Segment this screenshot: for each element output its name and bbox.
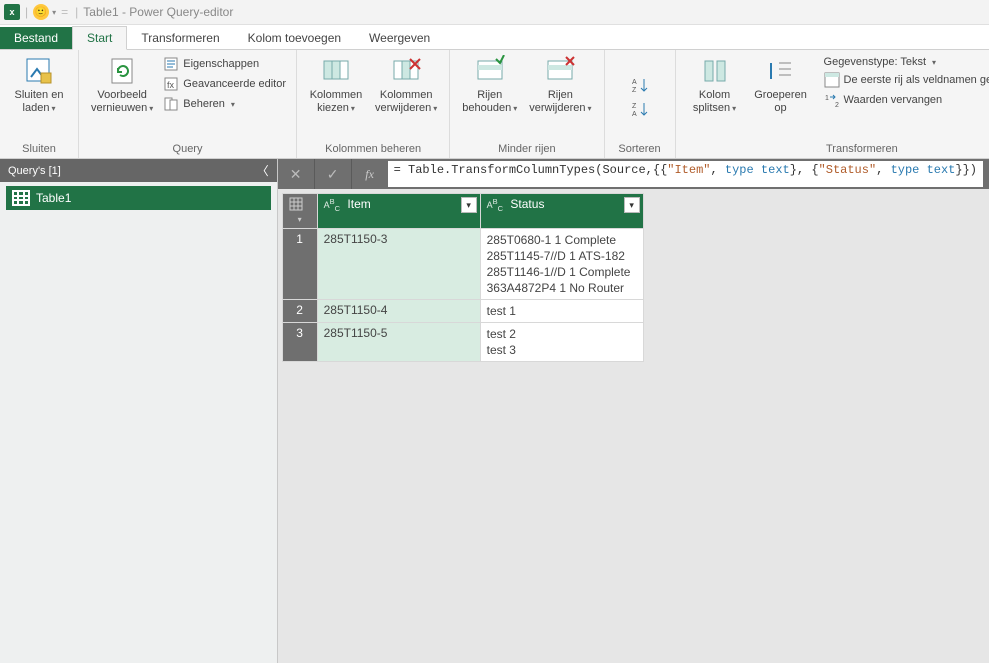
remove-rows-button[interactable]: Rijen verwijderen▾: [525, 53, 595, 117]
svg-text:fx: fx: [167, 80, 175, 90]
window-title: Table1 - Power Query-editor: [83, 5, 233, 19]
fx-icon: fx: [352, 167, 388, 182]
close-and-load-button[interactable]: Sluiten en laden▾: [8, 53, 70, 117]
row-number[interactable]: 3: [282, 323, 317, 362]
advanced-editor-icon: fx: [163, 76, 179, 92]
split-column-button[interactable]: Kolom splitsen▾: [684, 53, 746, 117]
svg-text:Z: Z: [632, 87, 637, 93]
remove-columns-icon: [390, 55, 422, 87]
group-label-sort: Sorteren: [613, 141, 667, 158]
table-icon: [12, 190, 30, 206]
manage-icon: [163, 96, 179, 112]
use-first-row-headers-button[interactable]: De eerste rij als veldnamen gebruiken▾: [822, 71, 989, 89]
svg-text:Z: Z: [632, 103, 637, 110]
tab-add-column[interactable]: Kolom toevoegen: [234, 27, 355, 49]
group-transform: Kolom splitsen▾ Groeperen op Gegevenstyp…: [676, 50, 989, 158]
remove-rows-icon: [544, 55, 576, 87]
cell-item[interactable]: 285T1150-4: [317, 300, 480, 323]
svg-text:1: 1: [825, 95, 829, 102]
refresh-preview-button[interactable]: Voorbeeld vernieuwen▾: [87, 53, 157, 117]
manage-button[interactable]: Beheren▾: [161, 95, 288, 113]
tab-transform[interactable]: Transformeren: [127, 27, 233, 49]
svg-text:A: A: [632, 111, 637, 117]
split-column-icon: [699, 55, 731, 87]
row-number[interactable]: 2: [282, 300, 317, 323]
group-close: Sluiten en laden▾ Sluiten: [0, 50, 79, 158]
group-label-manage-columns: Kolommen beheren: [305, 141, 441, 158]
sort-desc-icon: ZA: [632, 101, 648, 117]
keep-rows-icon: [474, 55, 506, 87]
text-type-icon: ABC: [487, 200, 503, 210]
choose-columns-icon: [320, 55, 352, 87]
cell-item[interactable]: 285T1150-5: [317, 323, 480, 362]
group-label-query: Query: [87, 141, 288, 158]
cell-status[interactable]: test 2test 3: [480, 323, 643, 362]
group-label-reduce-rows: Minder rijen: [458, 141, 595, 158]
tab-view[interactable]: Weergeven: [355, 27, 444, 49]
svg-text:A: A: [632, 79, 637, 86]
choose-columns-button[interactable]: Kolommen kiezen▾: [305, 53, 367, 117]
replace-values-icon: 12: [824, 92, 840, 108]
formula-cancel-button[interactable]: ✕: [278, 159, 315, 189]
remove-columns-button[interactable]: Kolommen verwijderen▾: [371, 53, 441, 117]
row-number[interactable]: 1: [282, 229, 317, 300]
group-by-button[interactable]: Groeperen op: [750, 53, 812, 117]
cell-item[interactable]: 285T1150-3: [317, 229, 480, 300]
properties-icon: [163, 56, 179, 72]
close-load-icon: [23, 55, 55, 87]
group-label-close: Sluiten: [8, 141, 70, 158]
advanced-editor-button[interactable]: fx Geavanceerde editor: [161, 75, 288, 93]
first-row-headers-icon: [824, 72, 840, 88]
group-label-transform: Transformeren: [684, 141, 989, 158]
title-bar: x | 🙂 ▾ = | Table1 - Power Query-editor: [0, 0, 989, 25]
sort-desc-button[interactable]: ZA: [630, 100, 650, 118]
data-type-button[interactable]: Gegevenstype: Tekst▾: [822, 55, 989, 69]
properties-button[interactable]: Eigenschappen: [161, 55, 288, 73]
group-manage-columns: Kolommen kiezen▾ Kolommen verwijderen▾ K…: [297, 50, 450, 158]
cell-status[interactable]: test 1: [480, 300, 643, 323]
svg-text:2: 2: [835, 102, 839, 108]
smiley-icon[interactable]: 🙂: [33, 4, 49, 20]
keep-rows-button[interactable]: Rijen behouden▾: [458, 53, 521, 117]
ribbon: Sluiten en laden▾ Sluiten Voorbeeld vern…: [0, 50, 989, 159]
group-sort: AZ ZA Sorteren: [605, 50, 676, 158]
queries-pane: Query's [1] 〈 Table1: [0, 159, 278, 663]
text-type-icon: ABC: [324, 200, 340, 210]
group-reduce-rows: Rijen behouden▾ Rijen verwijderen▾ Minde…: [450, 50, 604, 158]
collapse-pane-icon[interactable]: 〈: [257, 162, 269, 179]
column-header-item[interactable]: ABC Item ▾: [317, 194, 480, 229]
tab-start[interactable]: Start: [72, 26, 127, 50]
column-filter-status[interactable]: ▾: [624, 197, 640, 213]
queries-pane-header[interactable]: Query's [1] 〈: [0, 159, 277, 182]
tab-file[interactable]: Bestand: [0, 27, 72, 49]
column-header-status[interactable]: ABC Status ▾: [480, 194, 643, 229]
main-area: ✕ ✓ fx = Table.TransformColumnTypes(Sour…: [278, 159, 989, 663]
group-query: Voorbeeld vernieuwen▾ Eigenschappen fx G…: [79, 50, 297, 158]
formula-input[interactable]: = Table.TransformColumnTypes(Source,{{"I…: [388, 161, 983, 187]
cell-status[interactable]: 285T0680-1 1 Complete285T1145-7//D 1 ATS…: [480, 229, 643, 300]
replace-values-button[interactable]: 12 Waarden vervangen: [822, 91, 989, 109]
ribbon-tabs: Bestand Start Transformeren Kolom toevoe…: [0, 25, 989, 50]
query-item-table1[interactable]: Table1: [6, 186, 271, 210]
qat-dropdown[interactable]: ▾: [52, 8, 56, 17]
formula-bar: ✕ ✓ fx = Table.TransformColumnTypes(Sour…: [278, 159, 989, 189]
sort-asc-icon: AZ: [632, 77, 648, 93]
excel-icon: x: [4, 4, 20, 20]
data-grid[interactable]: ▾ ABC Item ▾ ABC Status ▾: [282, 193, 644, 362]
select-all-corner[interactable]: ▾: [282, 194, 317, 229]
formula-accept-button[interactable]: ✓: [315, 159, 352, 189]
workspace: Query's [1] 〈 Table1 ✕ ✓ fx = Table.Tran…: [0, 159, 989, 663]
sort-asc-button[interactable]: AZ: [630, 76, 650, 94]
column-filter-item[interactable]: ▾: [461, 197, 477, 213]
refresh-icon: [106, 55, 138, 87]
group-by-icon: [765, 55, 797, 87]
